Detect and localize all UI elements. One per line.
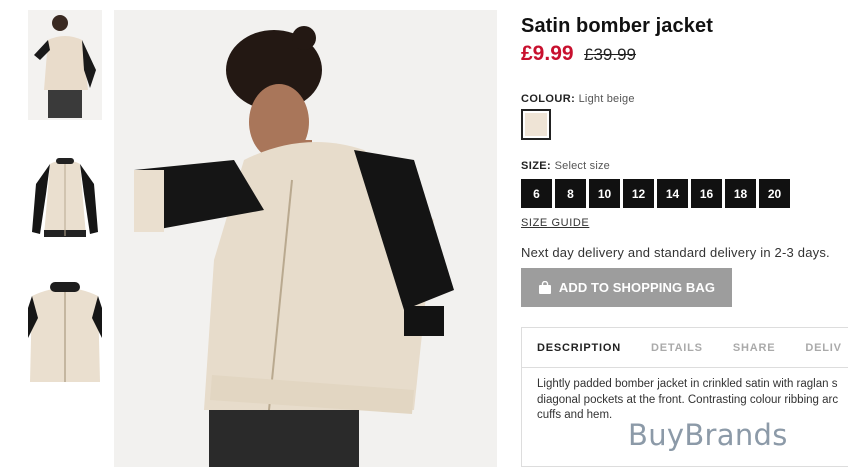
add-to-bag-button[interactable]: ADD TO SHOPPING BAG — [521, 268, 732, 307]
colour-label: COLOUR: — [521, 93, 576, 105]
size-guide-link[interactable]: SIZE GUIDE — [521, 217, 589, 229]
colour-label-row: COLOUR: Light beige — [521, 93, 635, 105]
size-button-18[interactable]: 18 — [725, 179, 756, 208]
size-button-8[interactable]: 8 — [555, 179, 586, 208]
tab-delivery[interactable]: DELIV — [790, 328, 848, 367]
description-line: Lightly padded bomber jacket in crinkled… — [537, 378, 838, 390]
price-current: £9.99 — [521, 42, 574, 65]
size-selector: 6 8 10 12 14 16 18 20 — [521, 179, 793, 208]
product-title: Satin bomber jacket — [521, 15, 713, 37]
size-button-10[interactable]: 10 — [589, 179, 620, 208]
price-original: £39.99 — [584, 45, 637, 64]
size-button-12[interactable]: 12 — [623, 179, 654, 208]
watermark-text: BuyBrands — [628, 418, 788, 452]
thumbnail-jacket-front[interactable] — [28, 144, 102, 254]
thumbnail-model-front[interactable] — [28, 10, 102, 120]
size-value: Select size — [554, 160, 610, 172]
size-button-6[interactable]: 6 — [521, 179, 552, 208]
size-label-row: SIZE: Select size — [521, 160, 610, 172]
colour-value: Light beige — [578, 93, 635, 105]
tab-share[interactable]: SHARE — [718, 328, 791, 367]
delivery-info: Next day delivery and standard delivery … — [521, 245, 830, 260]
size-button-16[interactable]: 16 — [691, 179, 722, 208]
thumbnail-list — [28, 10, 104, 412]
add-to-bag-label: ADD TO SHOPPING BAG — [558, 280, 716, 295]
size-button-14[interactable]: 14 — [657, 179, 688, 208]
description-line: diagonal pockets at the front. Contrasti… — [537, 393, 839, 406]
size-button-20[interactable]: 20 — [759, 179, 790, 208]
size-label: SIZE: — [521, 160, 552, 172]
product-info-panel: Satin bomber jacket £9.99 £39.99 COLOUR:… — [521, 0, 848, 467]
tab-description[interactable]: DESCRIPTION — [522, 328, 636, 367]
price-row: £9.99 £39.99 — [521, 42, 636, 66]
main-product-image — [114, 10, 497, 467]
shopping-bag-icon — [538, 280, 551, 294]
thumbnail-jacket-detail[interactable] — [28, 278, 102, 388]
tab-bar: DESCRIPTION DETAILS SHARE DELIV — [522, 328, 848, 368]
tab-details[interactable]: DETAILS — [636, 328, 718, 367]
swatch-fill — [525, 113, 547, 136]
colour-swatch-light-beige[interactable] — [521, 109, 551, 140]
